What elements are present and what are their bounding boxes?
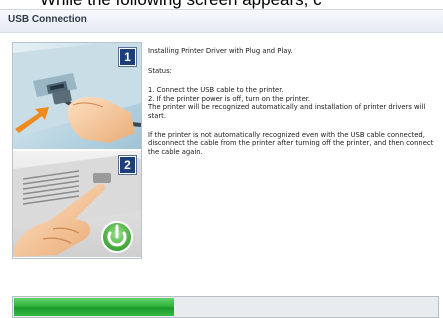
usb-connection-dialog: USB Connection 1 2 Installing Printer Dr… bbox=[0, 9, 443, 318]
status-label: Status: bbox=[148, 66, 172, 75]
title-bar: USB Connection bbox=[0, 10, 443, 33]
troubleshooting-note: If the printer is not automatically reco… bbox=[148, 130, 434, 156]
status-step1: 1. Connect the USB cable to the printer. bbox=[148, 86, 284, 95]
page-caption: While the following screen appears, c bbox=[0, 0, 443, 8]
install-progress-bar bbox=[12, 296, 439, 318]
window-title: USB Connection bbox=[8, 14, 87, 25]
install-heading: Installing Printer Driver with Plug and … bbox=[148, 47, 293, 55]
instruction-illustration: 1 2 bbox=[12, 42, 142, 259]
step1-illustration: 1 bbox=[13, 43, 141, 149]
status-step2-detail: The printer will be recognized automatic… bbox=[148, 103, 426, 120]
instruction-text: Installing Printer Driver with Plug and … bbox=[148, 47, 438, 156]
step1-badge: 1 bbox=[118, 47, 137, 67]
status-step2: 2. If the printer power is off, turn on … bbox=[148, 94, 311, 103]
step2-badge: 2 bbox=[118, 155, 137, 175]
dialog-content: 1 2 Installing Printer Driver with Plug … bbox=[0, 33, 443, 318]
page: While the following screen appears, c US… bbox=[0, 0, 443, 318]
step2-illustration: 2 bbox=[13, 151, 141, 257]
progress-fill bbox=[14, 298, 174, 316]
